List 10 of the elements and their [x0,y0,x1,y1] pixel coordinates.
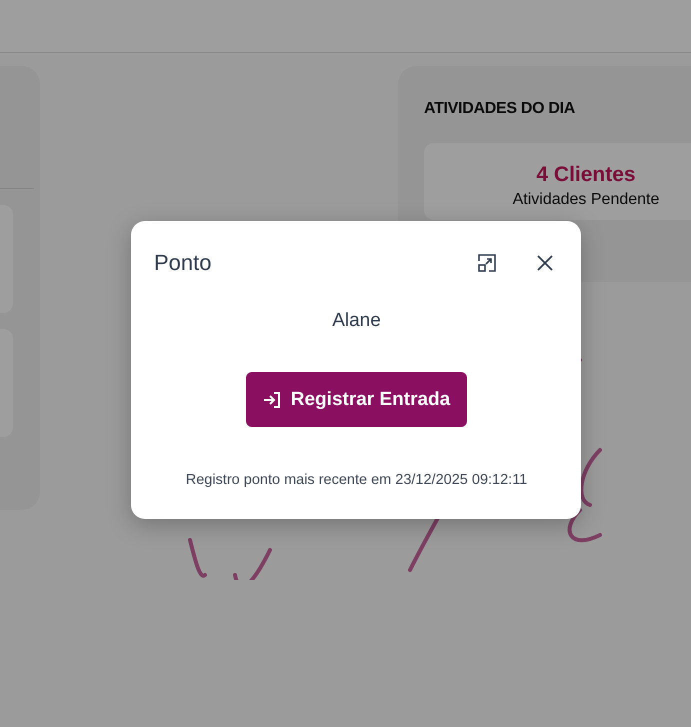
close-icon [535,253,555,273]
card-title: ATIVIDADES DO DIA [424,100,576,118]
register-entry-button[interactable]: Registrar Entrada [246,372,468,427]
summary-caption: Atividades Pendente [512,191,660,209]
last-record-text: Registro ponto mais recente em 23/12/2025 09:12:11 [186,472,528,488]
client-count: 4 Clientes [536,163,636,187]
user-name: Alane [332,310,381,332]
login-icon [262,390,281,408]
expand-icon [477,253,497,273]
dialog-title: Ponto [154,250,212,276]
